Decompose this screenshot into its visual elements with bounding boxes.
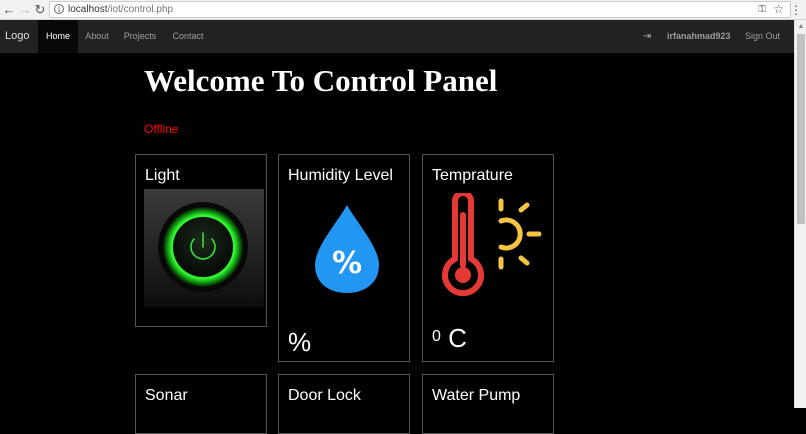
thermometer-sun-icon — [442, 193, 542, 297]
water-pump-card: Water Pump — [422, 374, 554, 434]
nav-about[interactable]: About — [78, 20, 116, 53]
page-title: Welcome To Control Panel — [144, 63, 498, 98]
browser-menu-icon[interactable]: ⋮ — [790, 2, 802, 18]
temperature-card-title: Temprature — [432, 167, 513, 184]
back-arrow-icon[interactable]: ← — [2, 2, 16, 18]
water-pump-card-title: Water Pump — [432, 387, 521, 404]
scroll-up-arrow-icon[interactable]: ▲ — [795, 22, 806, 32]
light-card-title: Light — [145, 167, 180, 184]
sign-in-icon[interactable]: ⇥ — [640, 20, 654, 53]
bookmark-star-icon[interactable]: ☆ — [773, 2, 784, 17]
humidity-value: % — [288, 327, 312, 357]
connection-status: Offline — [144, 122, 179, 136]
url-host: localhost — [68, 4, 108, 15]
door-lock-card: Door Lock — [278, 374, 410, 434]
address-url[interactable]: localhost/iot/control.php — [68, 3, 173, 17]
power-button-icon[interactable] — [144, 189, 264, 307]
address-bar[interactable]: i localhost/iot/control.php ⚿ ☆ — [49, 1, 791, 18]
top-navbar: Logo Home About Projects Contact ⇥ irfan… — [0, 20, 794, 53]
svg-text:%: % — [332, 246, 362, 281]
brand-logo[interactable]: Logo — [5, 20, 29, 53]
browser-toolbar: ← → ↻ i localhost/iot/control.php ⚿ ☆ ⋮ — [0, 0, 806, 20]
water-drop-icon: % — [315, 205, 379, 293]
nav-sign-out[interactable]: Sign Out — [745, 20, 780, 53]
temperature-degree: 0 — [432, 328, 441, 346]
info-icon[interactable]: i — [54, 4, 64, 14]
page-scrollbar[interactable]: ▲ — [794, 20, 806, 408]
sonar-card: Sonar — [135, 374, 267, 434]
nav-home[interactable]: Home — [38, 20, 78, 53]
reload-icon[interactable]: ↻ — [33, 2, 47, 18]
nav-contact[interactable]: Contact — [164, 20, 212, 53]
nav-projects[interactable]: Projects — [116, 20, 164, 53]
humidity-card-title: Humidity Level — [288, 167, 393, 184]
light-card: Light — [135, 154, 267, 327]
key-icon[interactable]: ⚿ — [758, 3, 766, 17]
scrollbar-thumb[interactable] — [797, 34, 805, 224]
nav-username[interactable]: irfanahmad923 — [667, 20, 731, 53]
humidity-card: Humidity Level % % — [278, 154, 410, 362]
sonar-card-title: Sonar — [145, 387, 188, 404]
temperature-unit: C — [448, 323, 467, 353]
temperature-value: 0 C — [432, 323, 467, 354]
temperature-card: Temprature 0 C — [422, 154, 554, 362]
forward-arrow-icon[interactable]: → — [18, 2, 32, 18]
url-path: /iot/control.php — [107, 4, 174, 15]
door-lock-card-title: Door Lock — [288, 387, 361, 404]
